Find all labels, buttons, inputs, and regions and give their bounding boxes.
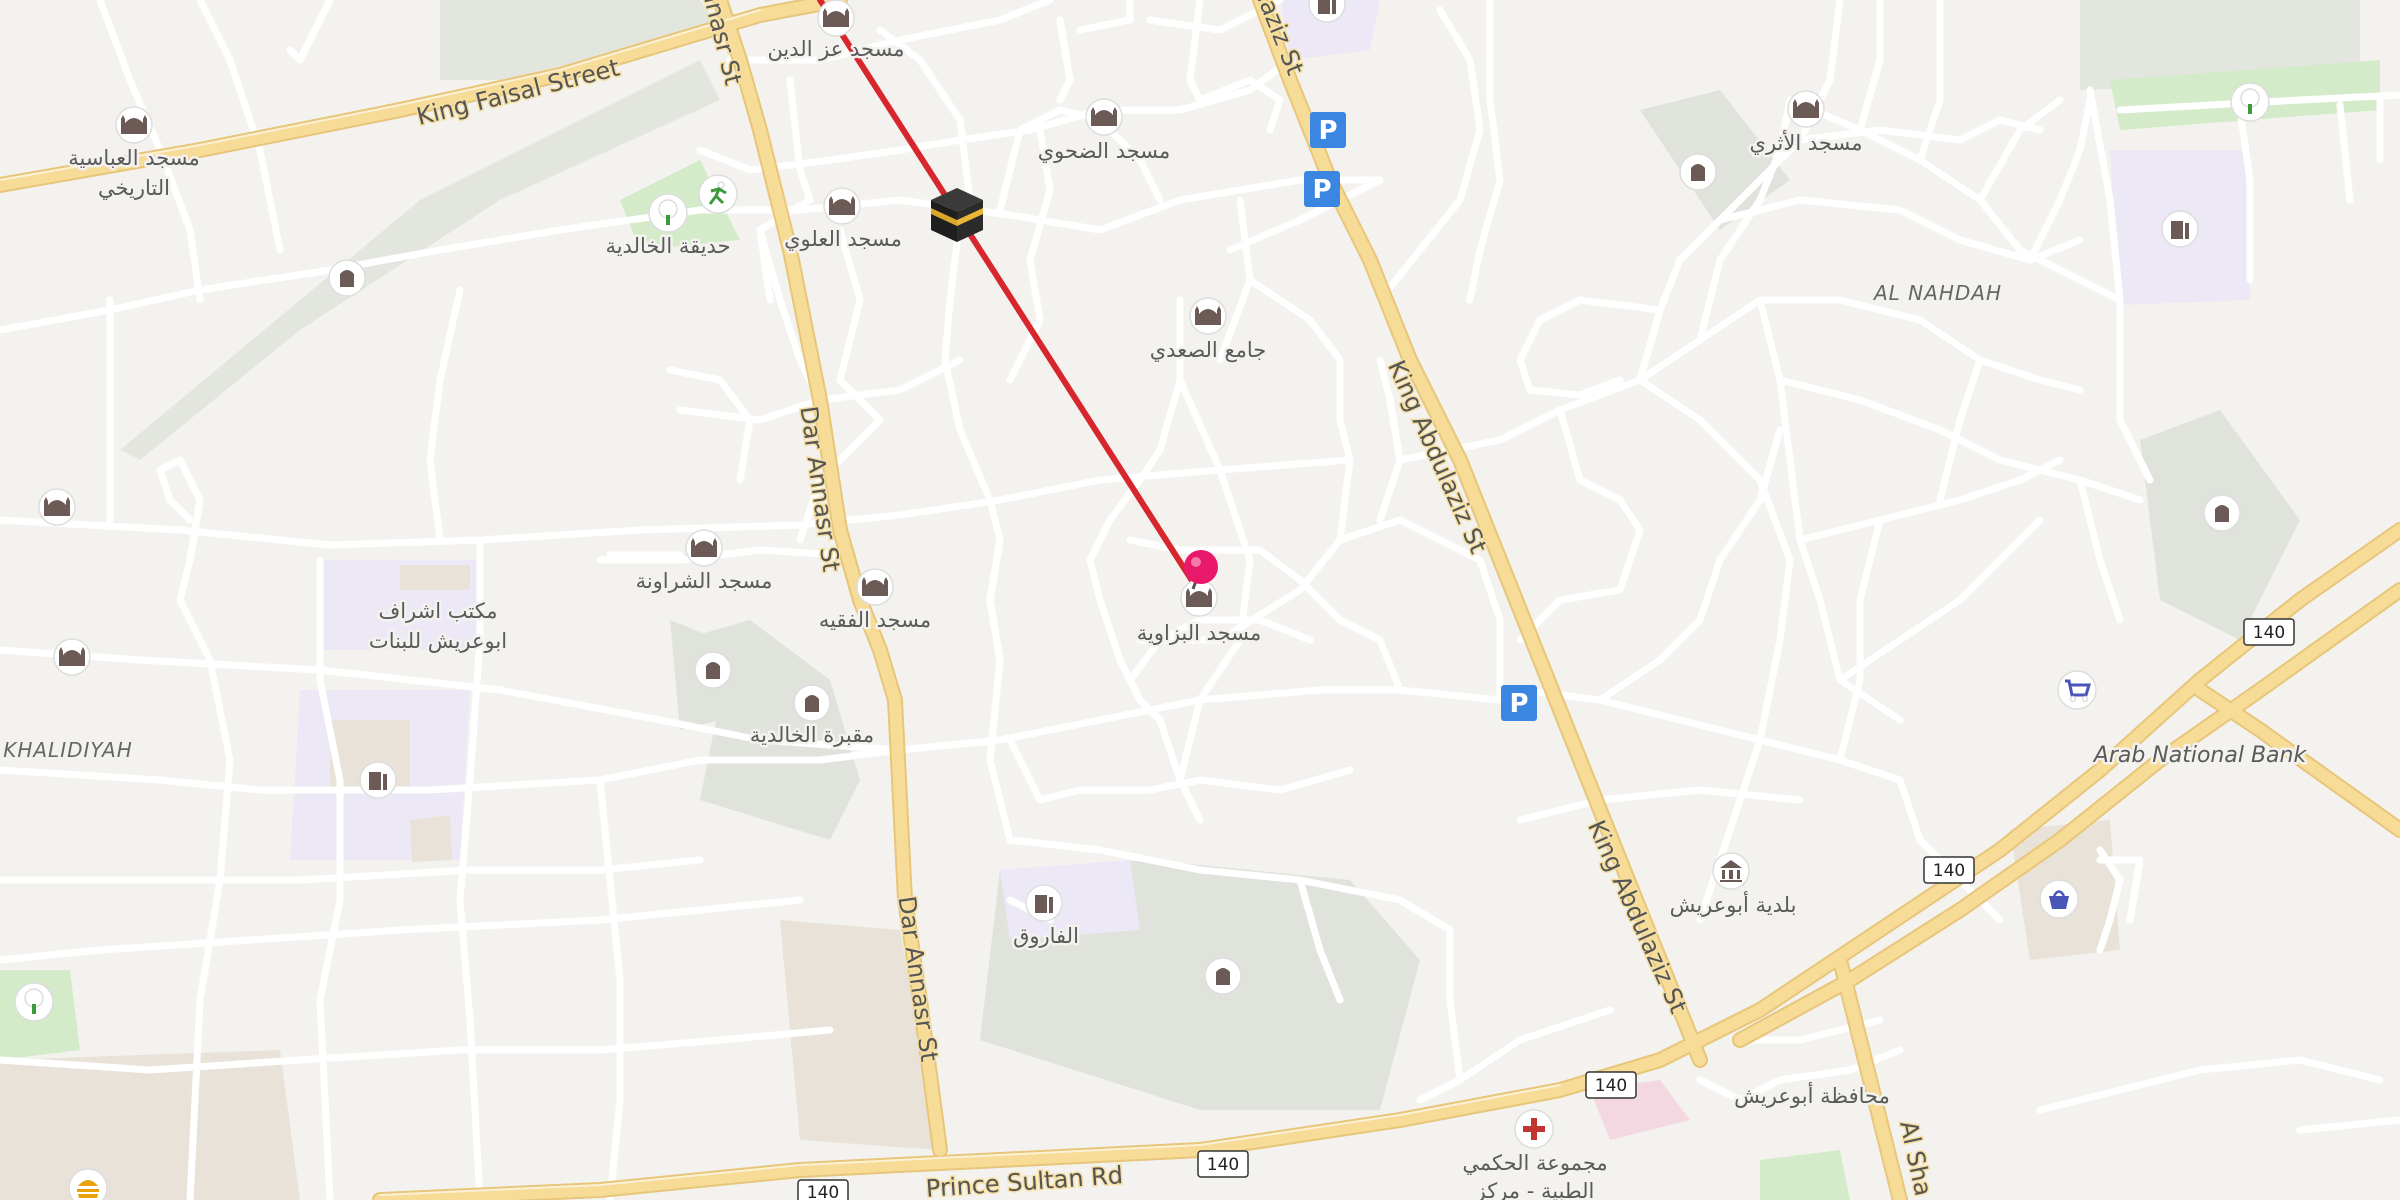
place-label: مسجد الأثري (1750, 130, 1863, 155)
place-label: ابوعريش للبنات (369, 629, 507, 653)
svg-text:140: 140 (1207, 1155, 1239, 1175)
place-label: مسجد العلوي (784, 227, 902, 251)
place-label: مقبرة الخالدية (750, 723, 874, 747)
cemetery-icon[interactable] (2203, 494, 2241, 532)
mosque-icon[interactable] (1189, 297, 1227, 335)
mosque-markers (38, 0, 1825, 676)
mosque-icon[interactable] (1085, 98, 1123, 136)
svg-text:P: P (1509, 689, 1528, 719)
place-label: جامع الصعدي (1150, 338, 1267, 362)
shopping-bag-icon[interactable] (2039, 879, 2079, 919)
mosque-icon[interactable] (1787, 90, 1825, 128)
svg-text:140: 140 (1595, 1076, 1627, 1096)
route-shield-140: 140 (2243, 618, 2295, 646)
route-shield-140: 140 (1923, 856, 1975, 884)
map-canvas[interactable]: King Faisal Street Dar Annasr St Dar Ann… (0, 0, 2400, 1200)
cemetery-icon[interactable] (328, 259, 366, 297)
place-label: الطبية - مركز (1475, 1179, 1595, 1200)
mosque-icon[interactable] (115, 106, 153, 144)
school-icon[interactable] (2161, 210, 2199, 248)
fast-food-icon[interactable] (68, 1168, 108, 1200)
school-icon[interactable] (359, 761, 397, 799)
route-shield-140: 140 (1585, 1071, 1637, 1099)
sports-icon[interactable] (698, 174, 738, 214)
place-label: مسجد عز الدين (767, 37, 904, 61)
svg-text:140: 140 (807, 1183, 839, 1200)
place-label: Arab National Bank (2092, 743, 2308, 768)
place-label: مسجد الفقيه (819, 608, 931, 632)
park-tree-icon[interactable] (648, 193, 688, 233)
route-shield-140: 140 (1197, 1150, 1249, 1178)
mosque-icon[interactable] (38, 488, 76, 526)
parking-icon[interactable]: P (1501, 685, 1537, 721)
cemetery-icon[interactable] (1204, 957, 1242, 995)
mosque-icon[interactable] (685, 529, 723, 567)
cemetery-icon[interactable] (1679, 153, 1717, 191)
svg-text:P: P (1318, 116, 1337, 146)
svg-text:140: 140 (1933, 861, 1965, 881)
cemetery-icon[interactable] (694, 651, 732, 689)
place-label: مسجد الشراونة (636, 569, 773, 593)
parking-icon[interactable]: P (1310, 112, 1346, 148)
place-label: التاريخي (98, 176, 170, 200)
mosque-icon[interactable] (817, 0, 855, 37)
svg-text:140: 140 (2253, 623, 2285, 643)
building (400, 565, 470, 590)
building (1760, 1150, 1850, 1200)
mosque-icon[interactable] (856, 568, 894, 606)
place-label: مسجد البزاوية (1137, 621, 1261, 645)
place-label: مسجد الضحوي (1038, 139, 1171, 163)
mosque-icon[interactable] (53, 638, 91, 676)
parking-icon[interactable]: P (1304, 171, 1340, 207)
cemetery-icon[interactable] (793, 684, 831, 722)
place-label: الفاروق (1013, 924, 1079, 948)
district-label: KHALIDIYAH (3, 738, 133, 762)
government-icon[interactable] (1712, 852, 1750, 890)
place-label: مكتب اشراف (378, 599, 497, 623)
building (410, 815, 452, 862)
place-label: حديقة الخالدية (605, 234, 730, 258)
svg-text:P: P (1312, 175, 1331, 205)
place-label: مسجد العباسية (68, 146, 200, 170)
place-label: مجموعة الحكمي (1462, 1151, 1607, 1175)
school-icon[interactable] (1025, 884, 1063, 922)
mosque-icon[interactable] (1180, 579, 1218, 617)
district-label: AL NAHDAH (1872, 281, 2002, 305)
kaaba-icon[interactable] (931, 188, 983, 242)
place-label: بلدية أبوعريش (1670, 891, 1797, 917)
park-tree-icon[interactable] (14, 982, 54, 1022)
shopping-cart-icon[interactable] (2057, 670, 2097, 710)
place-label: محافظة أبوعريش (1734, 1082, 1890, 1108)
park-tree-icon[interactable] (2230, 82, 2270, 122)
hospital-icon[interactable] (1514, 1109, 1554, 1149)
mosque-icon[interactable] (823, 187, 861, 225)
route-shield-140: 140 (797, 1179, 849, 1200)
